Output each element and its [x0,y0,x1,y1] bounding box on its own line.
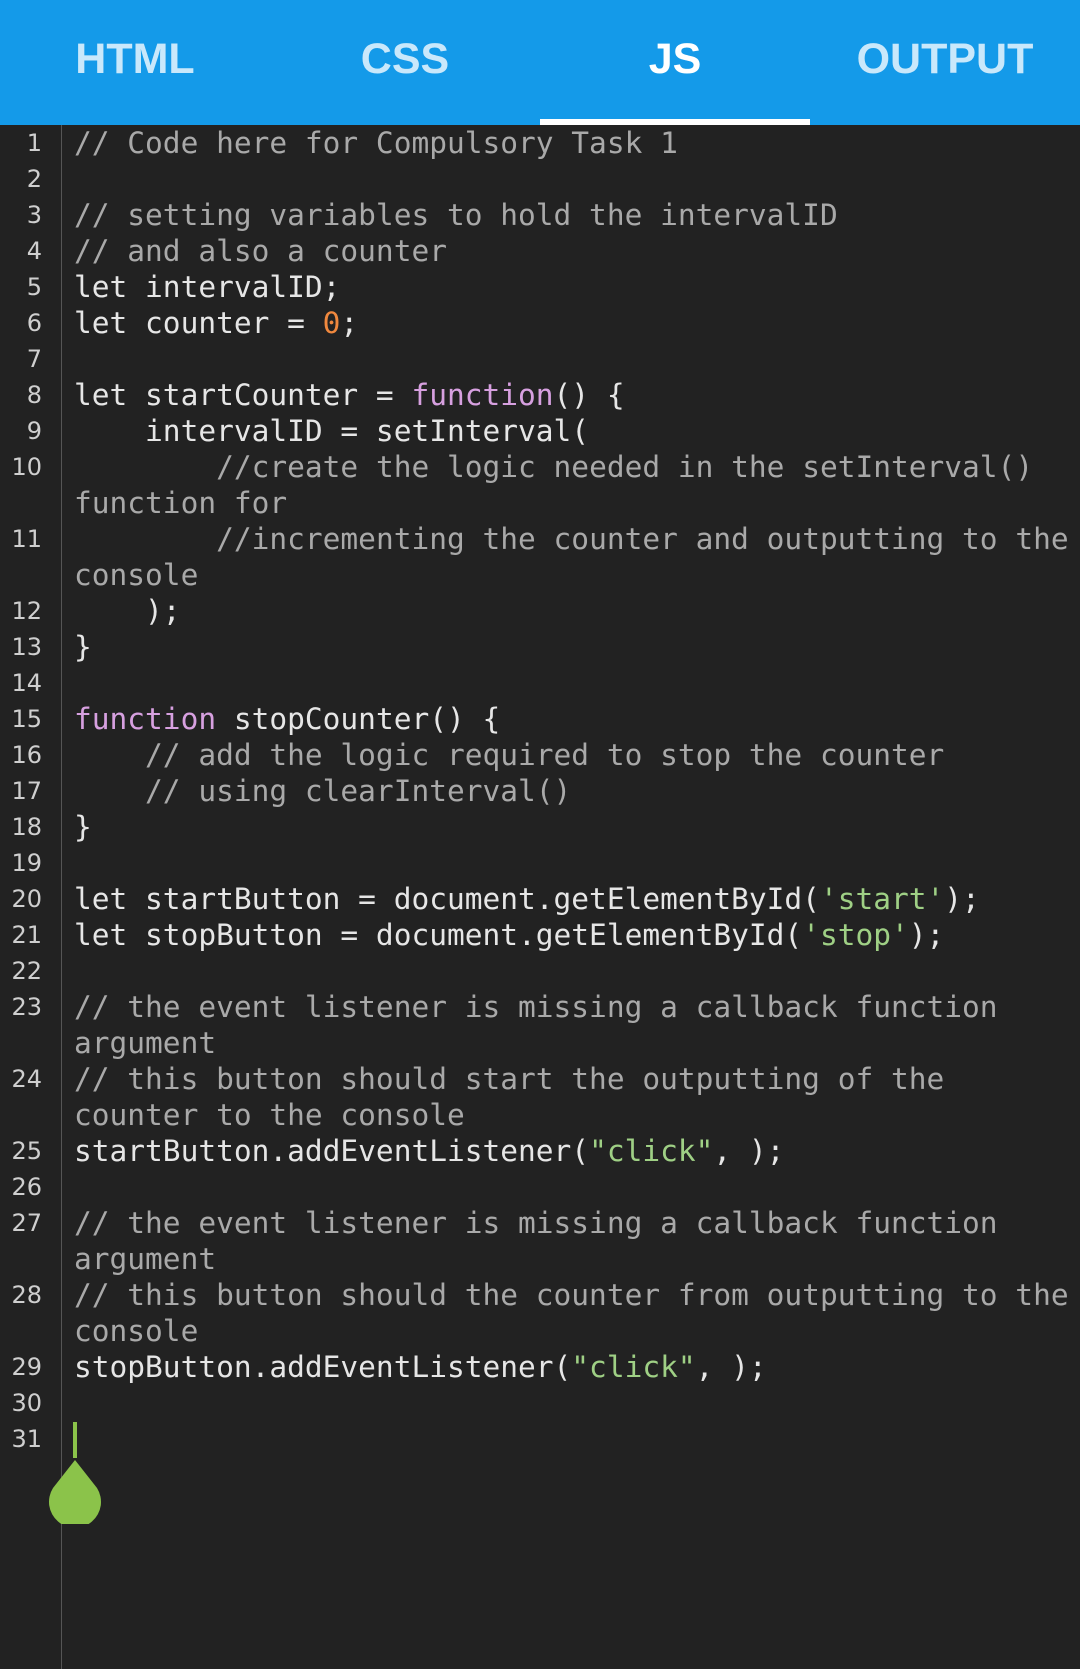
tab-js[interactable]: JS [540,0,810,125]
code-keyword: function [411,378,554,412]
code-text: } [74,810,92,844]
cursor-drag-handle[interactable] [47,1460,103,1524]
line-number: 31 [11,1425,42,1453]
gutter-divider [61,125,62,1669]
text-cursor [73,1422,77,1458]
code-comment: // add the logic required to stop the co… [74,738,945,772]
line-number: 18 [11,813,42,841]
line-number: 1 [26,129,42,157]
code-comment: // using clearInterval() [74,774,572,808]
code-text: intervalID = setInterval( [74,414,590,448]
code-comment: // and also a counter [74,234,447,268]
code-comment: // Code here for Compulsory Task 1 [74,126,678,160]
code-text: stopButton.addEventListener( [74,1350,572,1384]
code-text: ); [944,882,980,916]
line-number: 11 [11,525,42,553]
line-number: 21 [11,921,42,949]
code-text: ; [340,306,359,340]
code-text: startButton.addEventListener( [74,1134,590,1168]
line-number: 22 [11,957,42,985]
code-comment: // this button should the counter from o… [74,1278,1069,1348]
line-number: 19 [11,849,42,877]
code-string: "click" [589,1134,714,1168]
line-number: 3 [26,201,42,229]
code-comment: //create the logic needed in the setInte… [74,450,1051,520]
code-text: let counter = [74,306,323,340]
line-number: 23 [11,993,42,1021]
line-number: 4 [26,237,42,265]
code-text: () { [553,378,625,412]
tab-output[interactable]: OUTPUT [810,0,1080,125]
code-string: 'start' [819,882,945,916]
line-number: 5 [26,273,42,301]
code-comment: // this button should start the outputti… [74,1062,963,1132]
line-number: 9 [26,417,42,445]
code-text: stopCounter() { [216,702,501,736]
line-number: 29 [11,1353,42,1381]
line-number: 27 [11,1209,42,1237]
code-number: 0 [322,306,341,340]
code-keyword: function [74,702,217,736]
code-text: let startButton = document.getElementByI… [74,882,820,916]
tab-html[interactable]: HTML [0,0,270,125]
tab-bar: HTML CSS JS OUTPUT [0,0,1080,125]
line-number: 7 [26,345,42,373]
code-comment: //incrementing the counter and outputtin… [74,522,1069,592]
line-number: 28 [11,1281,42,1309]
code-text: } [74,630,92,664]
code-text: ); [74,594,181,628]
line-number: 10 [11,453,42,481]
code-comment: // setting variables to hold the interva… [74,198,838,232]
code-string: "click" [571,1350,696,1384]
tab-css[interactable]: CSS [270,0,540,125]
line-number: 8 [26,381,42,409]
line-number: 24 [11,1065,42,1093]
line-number: 17 [11,777,42,805]
line-number: 20 [11,885,42,913]
line-number: 15 [11,705,42,733]
code-text: let intervalID; [74,270,341,304]
line-number: 13 [11,633,42,661]
line-number: 30 [11,1389,42,1417]
code-string: 'stop' [802,918,909,952]
code-comment: // the event listener is missing a callb… [74,990,1016,1060]
line-number: 6 [26,309,42,337]
code-text: let stopButton = document.getElementById… [74,918,803,952]
line-number: 25 [11,1137,42,1165]
code-text: , ); [713,1134,785,1168]
code-text: , ); [695,1350,767,1384]
code-text: ); [908,918,945,952]
code-editor[interactable]: 1 2 3 4 5 6 7 8 9 10 11 12 13 14 15 16 1… [0,125,1080,1669]
line-number: 26 [11,1173,42,1201]
code-text: let startCounter = [74,378,412,412]
line-number: 14 [11,669,42,697]
line-number: 16 [11,741,42,769]
line-number: 2 [26,165,42,193]
code-comment: // the event listener is missing a callb… [74,1206,1016,1276]
line-number: 12 [11,597,42,625]
